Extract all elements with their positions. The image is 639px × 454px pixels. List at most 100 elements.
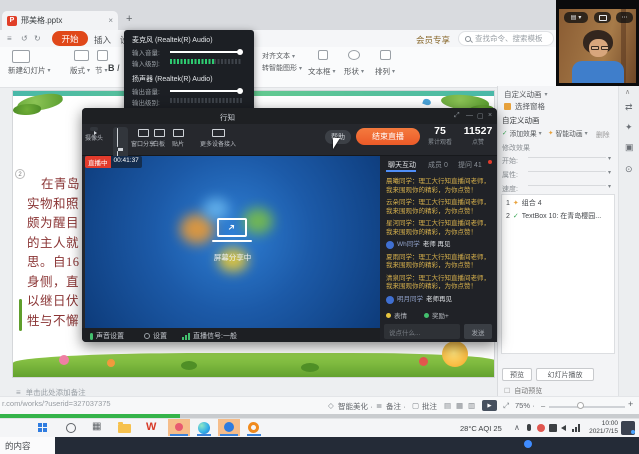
command-search-box[interactable]: 查找命令、搜索模板 [458, 31, 554, 46]
mic-volume-knob[interactable] [237, 49, 243, 55]
animation-list-item[interactable]: 1 ✦ 组合 4 [502, 195, 614, 208]
add-effect-button[interactable]: ✓ 添加效果▾ [502, 128, 542, 138]
layers-icon[interactable]: ▣ [625, 142, 634, 153]
start-button[interactable] [38, 423, 47, 432]
reward-button[interactable]: 奖励+ [424, 310, 449, 320]
wps-taskbar-icon[interactable]: W [146, 422, 156, 433]
help-circle-icon[interactable]: ⊙ [625, 164, 633, 175]
tab-insert[interactable]: 插入 [94, 34, 111, 46]
animation-list-item[interactable]: 2 ✓ TextBox 10: 在青岛樱园... [502, 208, 614, 221]
player-button[interactable] [524, 440, 532, 448]
media-clip-button[interactable]: 贴片 [172, 129, 184, 148]
zoom-level[interactable]: 75% · [515, 401, 535, 410]
settings-button[interactable]: 设置 [144, 331, 167, 341]
undo-icon[interactable]: ↺ [21, 34, 28, 43]
smart-beautify-button[interactable]: 智能美化 · [338, 401, 373, 412]
emoji-button[interactable]: 表情 [386, 310, 407, 320]
align-text-button[interactable]: 对齐文本▾ [262, 51, 295, 61]
smart-animation-button[interactable]: ✦ 智能动画▾ [548, 128, 588, 138]
minimize-icon[interactable]: — [466, 112, 473, 119]
effects-icon[interactable]: ✦ [625, 122, 633, 133]
browser-360-icon[interactable] [248, 422, 259, 433]
tab-chat[interactable]: 聊天互动 [388, 160, 416, 170]
smart-graphic-button[interactable]: 转智能图形▾ [262, 63, 302, 73]
send-button[interactable]: 发送 [464, 324, 492, 339]
network-icon[interactable] [572, 424, 580, 432]
more-button[interactable]: ⋯ [616, 12, 633, 23]
arrange-button[interactable]: 排列▾ [375, 66, 395, 77]
maximize-icon[interactable]: ▢ [477, 112, 484, 120]
edge-browser-icon[interactable] [198, 422, 210, 434]
tray-app-dark-icon[interactable] [549, 424, 557, 432]
zoom-slider-knob[interactable] [577, 402, 584, 409]
tab-member[interactable]: 会员专享 [416, 34, 450, 46]
dialog-titlebar[interactable] [82, 108, 497, 124]
speaker-volume-slider[interactable] [170, 90, 242, 92]
cortana-icon[interactable] [66, 423, 76, 433]
field-speed-dropdown[interactable] [528, 176, 606, 186]
tab-home[interactable]: 开始 [52, 31, 88, 46]
camera-button[interactable]: 摄像头 [85, 127, 103, 142]
tab-questions[interactable]: 提问 41 [458, 160, 482, 170]
fit-icon[interactable]: ⤢ [503, 401, 509, 411]
cast-button[interactable] [594, 12, 611, 23]
volume-icon[interactable] [561, 425, 566, 431]
view-normal-icon[interactable]: ▤ [444, 401, 451, 410]
popout-icon[interactable]: ⤢ [454, 112, 460, 120]
close-tab-icon[interactable]: × [108, 16, 113, 25]
view-sorter-icon[interactable]: ▦ [456, 401, 463, 410]
pane-title-dropdown[interactable]: 自定义动画▾ [504, 89, 548, 100]
speaker-volume-knob[interactable] [237, 88, 243, 94]
task-view-icon[interactable]: ▦ [92, 421, 101, 432]
shapes-button[interactable]: 形状▾ [344, 66, 364, 77]
auto-preview-checkbox[interactable]: ☐ 自动预览 [504, 386, 542, 396]
stream-app-icon[interactable] [224, 422, 234, 432]
menu-icon[interactable]: ≡ [7, 34, 12, 43]
document-tab[interactable]: P 邢美格.pptx × [2, 11, 118, 30]
zoom-slider[interactable] [549, 406, 625, 408]
delete-button[interactable]: 删除 [596, 129, 610, 139]
comments-button[interactable]: 批注 [422, 401, 437, 412]
layout-button[interactable]: 版式▾ [70, 65, 90, 76]
more-devices-button[interactable]: 更多设备接入 [200, 129, 236, 148]
zoom-out-icon[interactable]: – [541, 401, 545, 410]
close-icon[interactable]: × [488, 112, 492, 119]
italic-button[interactable]: I [117, 63, 120, 73]
text-box-button[interactable]: 文本框▾ [308, 66, 336, 77]
weather-widget[interactable]: 28°C AQI 25 [460, 424, 502, 433]
notes-toggle-button[interactable]: 备注 · [386, 401, 406, 412]
zoom-in-icon[interactable]: + [628, 399, 633, 409]
section-icon [97, 50, 108, 61]
bold-button[interactable]: B [108, 63, 115, 73]
new-slide-button[interactable]: 新建幻灯片▾ [8, 65, 51, 76]
tray-app-icon[interactable] [537, 424, 545, 432]
tab-members[interactable]: 成员 0 [428, 160, 448, 170]
window-share-button[interactable]: 窗口分享 [131, 129, 155, 148]
scroll-up-icon[interactable]: ∧ [625, 88, 630, 96]
tray-expand-icon[interactable]: ∧ [514, 423, 520, 432]
switch-icon[interactable]: ⇄ [625, 102, 633, 113]
field-start-dropdown[interactable] [528, 148, 606, 158]
view-reading-icon[interactable]: ▥ [468, 401, 475, 410]
whiteboard-button[interactable]: 白板 [153, 129, 165, 148]
sound-settings-button[interactable]: 声音设置 [90, 331, 124, 341]
section-button[interactable]: 节▾ [95, 65, 108, 76]
new-tab-button[interactable]: + [126, 13, 132, 25]
preview-button[interactable]: 预览 [502, 368, 532, 381]
end-live-button[interactable]: 结束直播 [356, 128, 420, 145]
chat-input[interactable]: 说点什么... [384, 324, 460, 339]
slideshow-play-button[interactable]: ▶ [482, 400, 497, 411]
slideshow-play-button-pane[interactable]: 幻灯片播放 [536, 368, 594, 381]
taskbar-clock[interactable]: 10:00 2021/7/15 [584, 420, 618, 436]
select-pane-button[interactable]: 选择窗格 [504, 101, 545, 112]
tray-mic-icon[interactable] [527, 424, 531, 431]
animation-list[interactable]: 1 ✦ 组合 4 2 ✓ TextBox 10: 在青岛樱园... [501, 194, 615, 354]
meeting-app-icon[interactable] [175, 423, 183, 431]
mic-volume-slider[interactable] [170, 51, 242, 53]
chat-message-list[interactable]: 晨曦同学：理工大行知直播间老师，我来围观你的精彩，为你点赞！ 云朵同学：理工大行… [380, 174, 497, 306]
layout-button[interactable]: ▤▾ [564, 12, 588, 23]
field-property-dropdown[interactable] [528, 162, 606, 172]
file-explorer-icon[interactable] [118, 424, 131, 433]
redo-icon[interactable]: ↻ [34, 34, 41, 43]
chat-message: 晨曦同学：理工大行知直播间老师，我来围观你的精彩，为你点赞！ [386, 178, 491, 195]
